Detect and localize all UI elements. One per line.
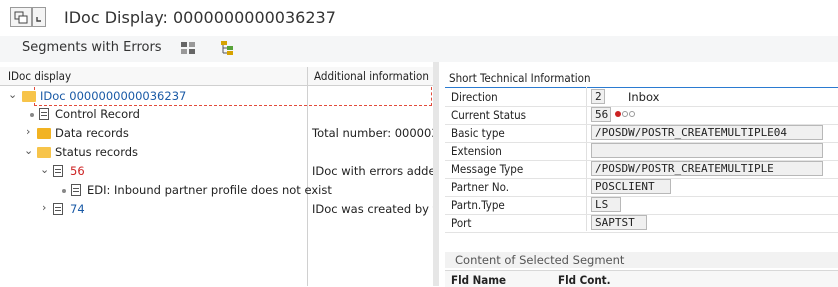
document-icon xyxy=(53,165,63,177)
field-basic-type: Basic type /POSDW/POSTR_CREATEMULTIPLE04 xyxy=(445,124,838,143)
menu-icon xyxy=(14,11,28,24)
short-technical-info-header: Short Technical Information xyxy=(445,69,838,88)
section-title: Short Technical Information xyxy=(449,71,591,85)
tree-info: Total number: 000003 xyxy=(312,126,439,140)
tree-row-status-74[interactable]: › 74 IDoc was created by tes xyxy=(0,200,450,219)
column-additional-info[interactable]: Additional information xyxy=(314,69,429,83)
field-port: Port SAPTST xyxy=(445,214,838,233)
field-label: Port xyxy=(451,216,472,230)
chevron-down-icon[interactable]: ⌄ xyxy=(24,144,36,157)
segments-with-errors-button[interactable]: Segments with Errors xyxy=(22,40,162,55)
folder-icon xyxy=(37,128,51,139)
tree-row-status-56[interactable]: ⌄ 56 IDoc with errors added xyxy=(0,162,443,181)
field-label: Partn.Type xyxy=(451,198,505,212)
basic-type-value: /POSDW/POSTR_CREATEMULTIPLE04 xyxy=(591,125,823,140)
tree-label: Data records xyxy=(55,126,129,140)
dropdown-button[interactable] xyxy=(32,7,46,27)
document-icon xyxy=(39,108,49,120)
tree-info: IDoc with errors added xyxy=(312,164,443,178)
field-direction: Direction 2 Inbox xyxy=(445,88,838,107)
idoc-tree-pane: IDoc display Additional information ⌄ ID… xyxy=(0,67,450,286)
tree-label: IDoc 0000000000036237 xyxy=(40,89,187,103)
bullet-icon xyxy=(62,189,66,193)
field-label: Current Status xyxy=(451,108,527,122)
chevron-down-icon[interactable]: ⌄ xyxy=(40,163,52,176)
tree-label: Control Record xyxy=(55,107,140,121)
field-label: Extension xyxy=(451,144,502,158)
tree-structure-icon[interactable] xyxy=(220,40,236,56)
tree-row-data-records[interactable]: › Data records Total number: 000003 xyxy=(0,124,439,143)
tree-info: IDoc was created by tes xyxy=(312,202,451,216)
tree-row-status-message[interactable]: EDI: Inbound partner profile does not ex… xyxy=(0,181,433,200)
direction-text: Inbox xyxy=(628,90,660,104)
status-code-56: 56 xyxy=(70,164,85,178)
selected-segment-header: Content of Selected Segment xyxy=(445,252,838,268)
column-fld-name[interactable]: Fld Name xyxy=(451,273,506,287)
technical-info-icon[interactable] xyxy=(180,40,196,56)
field-partn-type: Partn.Type LS xyxy=(445,196,838,215)
segment-column-header: Fld Name Fld Cont. xyxy=(445,270,838,287)
tree-label: EDI: Inbound partner profile does not ex… xyxy=(87,183,332,197)
field-extension: Extension xyxy=(445,142,838,161)
status-light-icon xyxy=(622,111,628,117)
column-fld-cont[interactable]: Fld Cont. xyxy=(558,273,611,287)
section-title: Content of Selected Segment xyxy=(455,253,625,267)
tree-row-idoc[interactable]: ⌄ IDoc 0000000000036237 xyxy=(0,87,433,106)
field-label: Message Type xyxy=(451,162,524,176)
technical-info-pane: Short Technical Information Direction 2 … xyxy=(439,67,838,287)
direction-code: 2 xyxy=(591,89,605,104)
status-light-red-icon xyxy=(615,111,621,117)
status-code: 56 xyxy=(591,107,611,122)
folder-open-icon xyxy=(22,91,36,102)
status-light-icon xyxy=(629,111,635,117)
folder-open-icon xyxy=(37,147,51,158)
chevron-down-icon[interactable]: ⌄ xyxy=(8,88,20,101)
tree-row-control-record[interactable]: Control Record xyxy=(0,105,433,124)
tree-row-status-records[interactable]: ⌄ Status records xyxy=(0,143,433,162)
extension-value xyxy=(591,143,823,158)
document-icon xyxy=(53,203,63,215)
message-type-value: /POSDW/POSTR_CREATEMULTIPLE xyxy=(591,161,823,176)
field-label: Partner No. xyxy=(451,180,509,194)
tree-column-header: IDoc display Additional information xyxy=(0,67,433,86)
port-value: SAPTST xyxy=(591,215,647,230)
field-current-status: Current Status 56 xyxy=(445,106,838,125)
chevron-down-icon xyxy=(36,17,41,22)
status-code-74: 74 xyxy=(70,202,85,216)
field-label: Basic type xyxy=(451,126,505,140)
menu-button[interactable] xyxy=(10,7,32,27)
page-title: IDoc Display: 0000000000036237 xyxy=(64,8,336,27)
column-idoc-display[interactable]: IDoc display xyxy=(8,69,71,83)
field-label: Direction xyxy=(451,90,498,104)
tree-label: Status records xyxy=(55,145,139,159)
document-icon xyxy=(71,184,81,196)
partner-no-value: POSCLIENT xyxy=(591,179,671,194)
application-toolbar: Segments with Errors xyxy=(0,36,838,62)
field-partner-no: Partner No. POSCLIENT xyxy=(445,178,838,197)
bullet-icon xyxy=(30,113,34,117)
field-message-type: Message Type /POSDW/POSTR_CREATEMULTIPLE xyxy=(445,160,838,179)
title-bar: IDoc Display: 0000000000036237 xyxy=(0,0,838,34)
partn-type-value: LS xyxy=(591,197,621,212)
